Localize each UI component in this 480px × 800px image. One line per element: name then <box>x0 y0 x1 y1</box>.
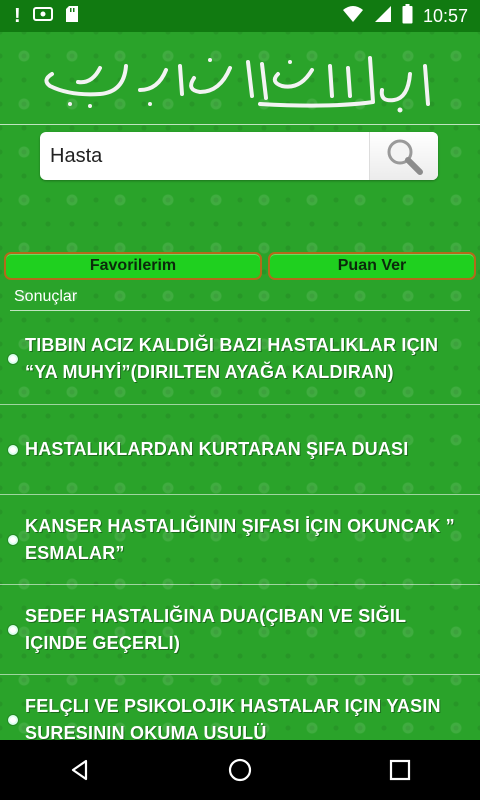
back-icon <box>71 759 88 781</box>
recents-icon <box>389 759 411 781</box>
list-item[interactable]: TIBBIN ACIZ KALDIĞI BAZI HASTALIKLAR IÇI… <box>0 314 480 405</box>
results-list: TIBBIN ACIZ KALDIĞI BAZI HASTALIKLAR IÇI… <box>0 314 480 740</box>
list-item-title: FELÇLI VE PSIKOLOJIK HASTALAR IÇIN YASIN… <box>25 695 441 741</box>
wifi-icon <box>342 5 364 28</box>
list-item[interactable]: FELÇLI VE PSIKOLOJIK HASTALAR IÇIN YASIN… <box>0 675 480 740</box>
list-item[interactable]: HASTALIKLARDAN KURTARAN ŞIFA DUASI <box>0 405 480 495</box>
sd-card-icon <box>65 5 79 28</box>
recents-button[interactable] <box>370 740 430 800</box>
alert-icon: ! <box>14 5 21 27</box>
search-button[interactable] <box>369 132 438 180</box>
rate-button[interactable]: Puan Ver <box>268 252 476 280</box>
clock: 10:57 <box>422 5 468 26</box>
main-content: Favorilerim Puan Ver Sonuçlar TIBBIN ACI… <box>0 32 480 740</box>
bullet-icon <box>8 714 18 725</box>
search-icon <box>387 139 423 175</box>
list-item-title: TIBBIN ACIZ KALDIĞI BAZI HASTALIKLAR IÇI… <box>25 335 439 382</box>
signal-icon <box>374 5 392 28</box>
home-button[interactable] <box>210 740 270 800</box>
besmele-banner <box>0 32 480 125</box>
results-divider <box>10 310 470 311</box>
screencast-icon <box>32 6 53 27</box>
navigation-bar <box>0 740 480 800</box>
list-item-title: KANSER HASTALIĞININ ŞIFASI İÇIN OKUNCAK … <box>25 515 455 563</box>
search-box <box>40 132 438 180</box>
battery-icon <box>402 3 413 29</box>
list-item[interactable]: SEDEF HASTALIĞINA DUA(ÇIBAN VE SIĞIL IÇI… <box>0 585 480 675</box>
list-item-title: SEDEF HASTALIĞINA DUA(ÇIBAN VE SIĞIL IÇI… <box>25 605 406 653</box>
besmele-calligraphy-logo <box>44 56 430 113</box>
favorites-button[interactable]: Favorilerim <box>4 252 262 280</box>
action-buttons: Favorilerim Puan Ver <box>4 252 476 282</box>
results-label: Sonuçlar <box>14 288 78 305</box>
list-item-title: HASTALIKLARDAN KURTARAN ŞIFA DUASI <box>25 439 409 459</box>
status-bar: ! 10:57 <box>0 0 480 32</box>
home-icon <box>228 758 252 782</box>
search-input[interactable] <box>40 132 368 180</box>
back-button[interactable] <box>50 740 110 800</box>
list-item[interactable]: KANSER HASTALIĞININ ŞIFASI İÇIN OKUNCAK … <box>0 495 480 585</box>
bullet-icon <box>8 354 18 364</box>
bullet-icon <box>8 444 18 455</box>
bullet-icon <box>8 534 18 545</box>
bullet-icon <box>8 624 18 635</box>
